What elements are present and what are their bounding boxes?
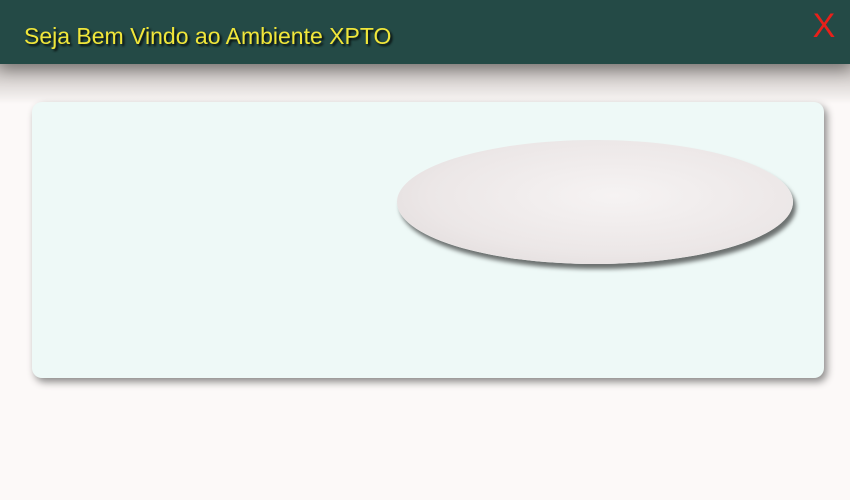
app-header: Seja Bem Vindo ao Ambiente XPTO X xyxy=(0,0,850,64)
header-shadow xyxy=(0,64,850,104)
content-panel xyxy=(32,102,824,378)
close-button[interactable]: X xyxy=(810,8,838,44)
welcome-title: Seja Bem Vindo ao Ambiente XPTO xyxy=(24,23,392,49)
ellipse-placeholder xyxy=(397,140,793,264)
